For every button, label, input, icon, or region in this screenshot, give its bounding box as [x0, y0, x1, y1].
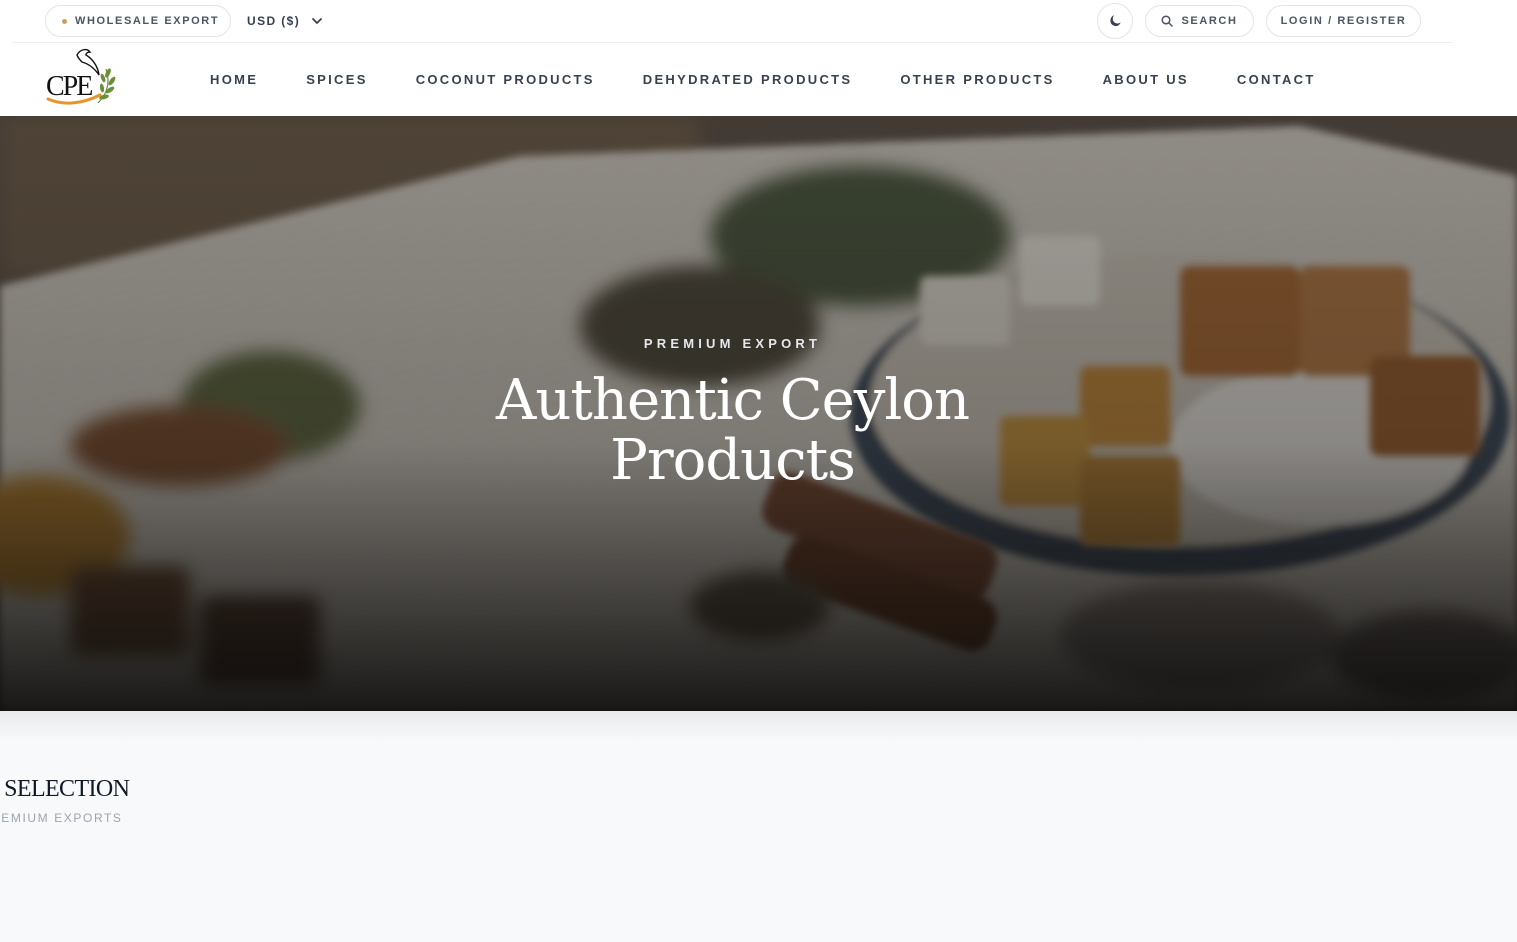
hero-kicker: PREMIUM EXPORT — [643, 336, 822, 351]
section-subtitle: REMIUM EXPORTS — [0, 811, 123, 825]
hero-title-line-2: Products — [610, 428, 856, 493]
utility-bar: WHOLESALE EXPORT USD ($) SEARCH LOGIN / … — [0, 0, 1517, 43]
search-button[interactable]: SEARCH — [1145, 5, 1254, 37]
section-title: D SELECTION — [0, 776, 130, 802]
main-navbar: CPE HOME SPICES COCONUT PRODUCTS DEHYDRA… — [0, 43, 1517, 116]
chevron-down-icon — [312, 17, 323, 24]
status-dot — [62, 18, 67, 24]
nav-home[interactable]: HOME — [210, 72, 258, 87]
hero-banner: PREMIUM EXPORT Authentic Ceylon Products — [0, 116, 1517, 711]
nav-spices[interactable]: SPICES — [306, 72, 367, 87]
brand-logo[interactable]: CPE — [44, 47, 120, 111]
hero-title-line-1: Authentic Ceylon — [495, 368, 970, 433]
nav-dehydrated-products[interactable]: DEHYDRATED PRODUCTS — [643, 72, 853, 87]
nav-other-products[interactable]: OTHER PRODUCTS — [900, 72, 1054, 87]
moon-icon — [1110, 15, 1121, 27]
hero-content: PREMIUM EXPORT Authentic Ceylon Products — [0, 336, 1517, 491]
currency-selector[interactable]: USD ($) — [247, 5, 323, 37]
primary-nav: HOME SPICES COCONUT PRODUCTS DEHYDRATED … — [210, 43, 1364, 116]
theme-toggle-button[interactable] — [1097, 3, 1133, 39]
search-icon — [1161, 15, 1174, 27]
login-register-button[interactable]: LOGIN / REGISTER — [1266, 5, 1421, 37]
wholesale-export-badge[interactable]: WHOLESALE EXPORT — [45, 5, 231, 37]
currency-label: USD ($) — [247, 14, 301, 28]
hero-bottom-shadow — [0, 711, 1517, 741]
wholesale-export-label: WHOLESALE EXPORT — [75, 15, 220, 27]
nav-coconut-products[interactable]: COCONUT PRODUCTS — [416, 72, 595, 87]
search-label: SEARCH — [1181, 15, 1238, 27]
nav-contact[interactable]: CONTACT — [1237, 72, 1316, 87]
logo-text: CPE — [46, 71, 92, 102]
login-register-label: LOGIN / REGISTER — [1280, 15, 1407, 27]
hero-title: Authentic Ceylon Products — [0, 371, 1517, 491]
nav-about-us[interactable]: ABOUT US — [1103, 72, 1189, 87]
